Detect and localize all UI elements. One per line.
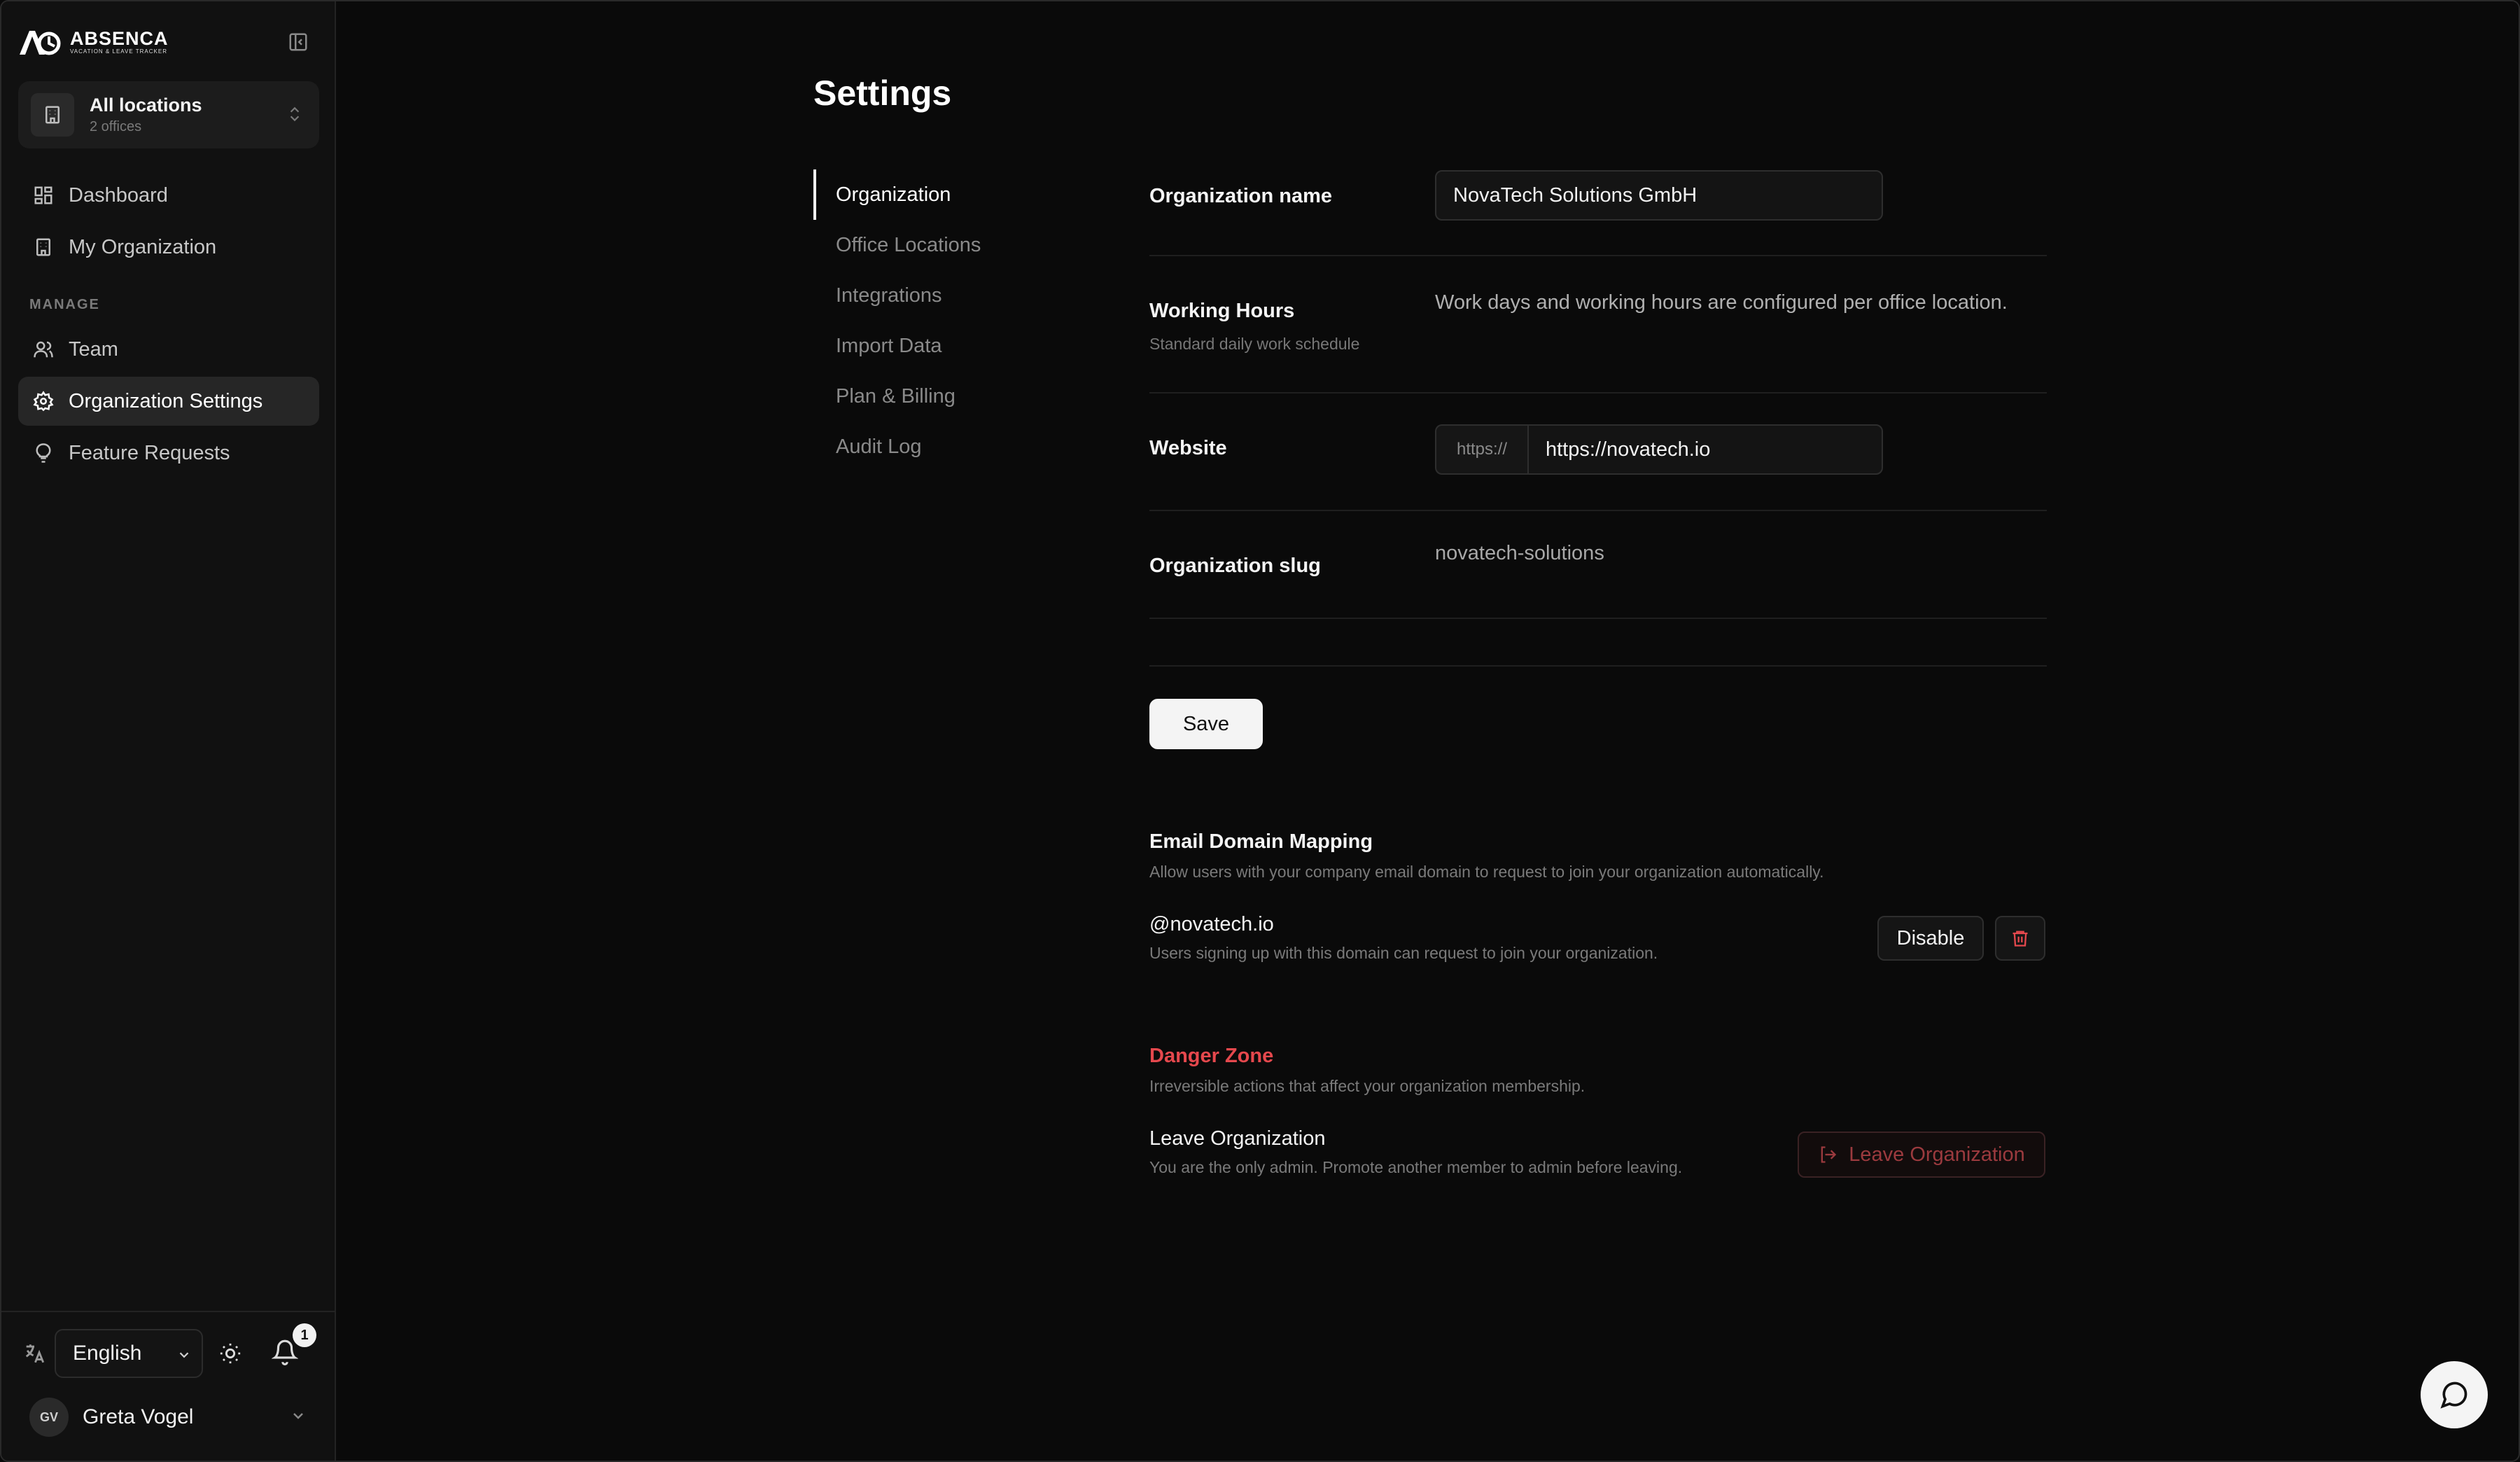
subnav-item-import-data[interactable]: Import Data <box>813 321 1023 371</box>
app-window: ABSENCA VACATION & LEAVE TRACKER All loc… <box>0 0 2520 1462</box>
email-domain-description: Allow users with your company email doma… <box>1149 863 1824 881</box>
user-menu[interactable]: GV Greta Vogel <box>29 1396 316 1438</box>
subnav-item-plan-billing[interactable]: Plan & Billing <box>813 371 1023 422</box>
bell-icon <box>271 1339 299 1365</box>
notifications-button[interactable] <box>271 1339 299 1369</box>
working-hours-sublabel: Standard daily work schedule <box>1149 335 1360 353</box>
message-circle-icon <box>2440 1381 2468 1409</box>
danger-zone-description: Irreversible actions that affect your or… <box>1149 1077 1586 1095</box>
avatar: GV <box>29 1398 69 1437</box>
chevron-down-icon <box>293 1413 303 1419</box>
slug-row: Organization slug novatech-solutions <box>1149 511 2047 619</box>
subnav-item-organization[interactable]: Organization <box>813 169 1023 220</box>
logout-icon <box>1821 1146 1837 1163</box>
translate-icon <box>25 1344 45 1363</box>
sun-icon <box>220 1343 241 1364</box>
sidebar-item-label: Feature Requests <box>69 441 230 464</box>
sidebar-divider <box>1 1311 336 1312</box>
chevrons-up-down-icon <box>290 106 300 122</box>
manage-heading: MANAGE <box>29 297 100 312</box>
sidebar-item-my-organization[interactable]: My Organization <box>18 223 319 272</box>
website-row: Website https:// https://novatech.io <box>1149 394 2047 511</box>
theme-toggle-button[interactable] <box>218 1342 242 1369</box>
org-name-input[interactable]: NovaTech Solutions GmbH <box>1435 170 1883 221</box>
leave-org-title: Leave Organization <box>1149 1127 1326 1150</box>
sidebar-toggle-icon <box>289 33 307 51</box>
website-input[interactable]: https://novatech.io <box>1527 424 1883 475</box>
subnav-item-audit-log[interactable]: Audit Log <box>813 422 1023 472</box>
sidebar-item-team[interactable]: Team <box>18 325 319 374</box>
chat-button[interactable] <box>2421 1361 2488 1428</box>
delete-domain-button[interactable] <box>1995 916 2045 961</box>
users-icon <box>32 338 55 361</box>
chevron-down-icon <box>179 1352 189 1358</box>
sidebar-item-label: My Organization <box>69 235 217 258</box>
working-hours-text: Work days and working hours are configur… <box>1435 291 2008 314</box>
leave-organization-label: Leave Organization <box>1849 1143 2025 1166</box>
sidebar-item-feature-requests[interactable]: Feature Requests <box>18 429 319 478</box>
building-icon <box>31 93 74 137</box>
dashboard-icon <box>32 184 55 207</box>
sidebar-item-label: Organization Settings <box>69 389 263 412</box>
subnav-item-integrations[interactable]: Integrations <box>813 270 1023 321</box>
org-name-row: Organization name NovaTech Solutions Gmb… <box>1149 169 2047 256</box>
leave-org-description: You are the only admin. Promote another … <box>1149 1158 1683 1176</box>
language-select[interactable]: English <box>55 1329 203 1378</box>
slug-label: Organization slug <box>1149 555 1321 577</box>
sidebar-item-organization-settings[interactable]: Organization Settings <box>18 377 319 426</box>
logo-mark-icon <box>18 27 64 57</box>
disable-domain-button[interactable]: Disable <box>1877 916 1984 961</box>
working-hours-label: Working Hours <box>1149 300 1295 322</box>
email-domain-value-description: Users signing up with this domain can re… <box>1149 944 1658 962</box>
working-hours-row: Working Hours Standard daily work schedu… <box>1149 256 2047 394</box>
location-switcher[interactable]: All locations 2 offices <box>18 81 319 148</box>
settings-subnav: Organization Office Locations Integratio… <box>813 169 1023 472</box>
sidebar-item-label: Team <box>69 337 118 361</box>
page-title: Settings <box>813 74 952 113</box>
logo-name: ABSENCA <box>70 28 169 49</box>
building-icon <box>32 236 55 258</box>
website-prefix: https:// <box>1435 424 1527 475</box>
trash-icon <box>2012 931 2028 947</box>
subnav-item-office-locations[interactable]: Office Locations <box>813 220 1023 270</box>
collapse-sidebar-button[interactable] <box>286 29 311 55</box>
logo-tagline: VACATION & LEAVE TRACKER <box>70 48 167 55</box>
form-divider <box>1149 619 2047 667</box>
sidebar-item-dashboard[interactable]: Dashboard <box>18 171 319 220</box>
location-title: All locations <box>90 95 202 116</box>
email-domain-title: Email Domain Mapping <box>1149 830 1373 853</box>
danger-zone-title: Danger Zone <box>1149 1045 1274 1067</box>
notification-badge: 1 <box>293 1323 316 1347</box>
lightbulb-icon <box>32 442 55 464</box>
app-logo[interactable]: ABSENCA VACATION & LEAVE TRACKER <box>18 27 169 57</box>
slug-value: novatech-solutions <box>1435 542 1604 564</box>
org-name-label: Organization name <box>1149 185 1333 207</box>
gear-icon <box>32 390 55 412</box>
location-subtitle: 2 offices <box>90 119 142 134</box>
leave-organization-button[interactable]: Leave Organization <box>1798 1132 2045 1178</box>
sidebar: ABSENCA VACATION & LEAVE TRACKER All loc… <box>1 1 336 1461</box>
language-value: English <box>73 1342 142 1365</box>
save-button[interactable]: Save <box>1149 699 1263 749</box>
email-domain-value: @novatech.io <box>1149 913 1274 935</box>
sidebar-item-label: Dashboard <box>69 183 168 207</box>
user-name: Greta Vogel <box>83 1405 194 1428</box>
